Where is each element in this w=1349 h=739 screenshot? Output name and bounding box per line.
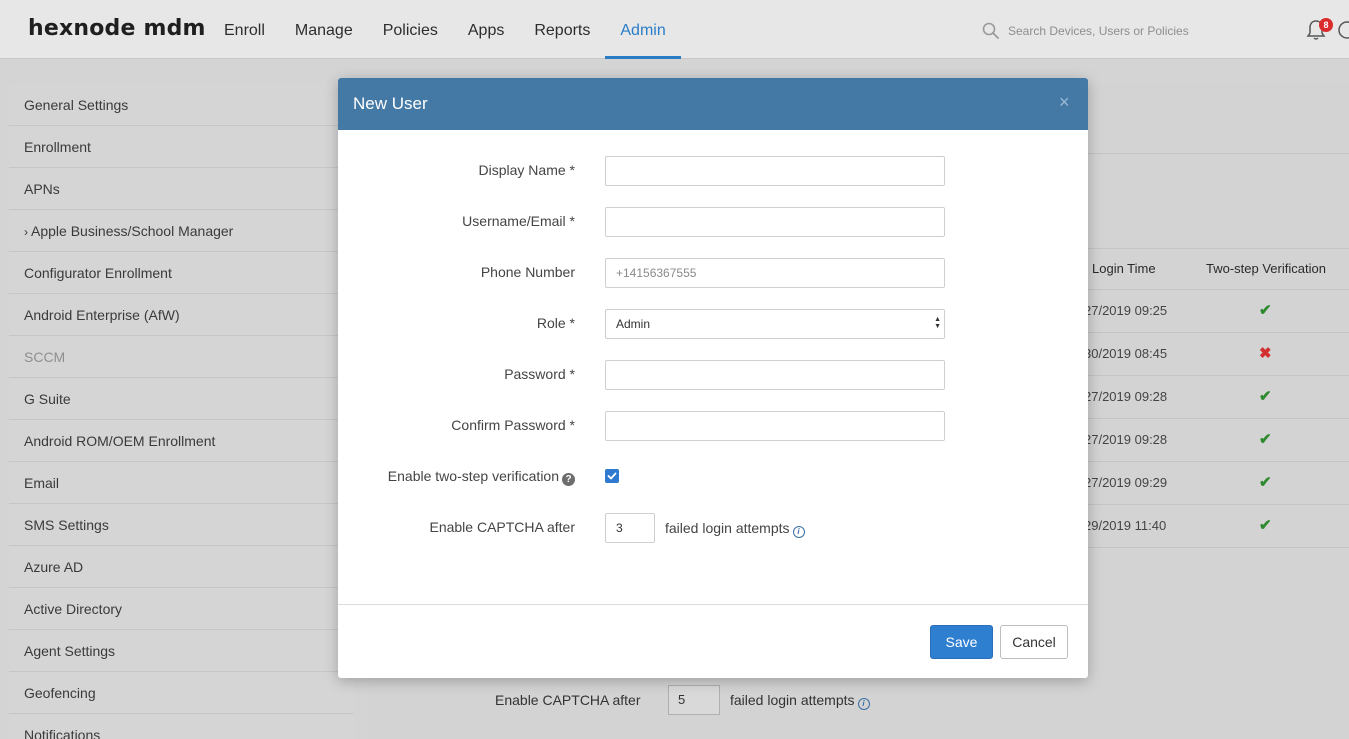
password-label: Password *	[504, 366, 575, 382]
sidebar-item-label: Android Enterprise (AfW)	[24, 307, 180, 323]
sidebar-item-label: Notifications	[24, 727, 101, 739]
nav-reports[interactable]: Reports	[519, 0, 605, 59]
phone-number-field[interactable]	[605, 258, 945, 288]
login-time-cell: 27/2019 09:25	[1084, 303, 1168, 318]
sidebar-item-configurator-enrollment[interactable]: Configurator Enrollment	[9, 252, 354, 294]
close-icon[interactable]: ×	[1059, 92, 1070, 113]
save-button[interactable]: Save	[930, 625, 993, 659]
role-selected-value: Admin	[616, 317, 651, 331]
sidebar-item-label: Apple Business/School Manager	[31, 223, 234, 239]
check-icon: ✔	[1259, 517, 1272, 534]
confirm-password-field[interactable]	[605, 411, 945, 441]
sidebar-item-label: Azure AD	[24, 559, 84, 575]
captcha-suffix-label: failed login attempts	[665, 520, 790, 536]
role-select[interactable]: Admin ▲ ▼	[605, 309, 945, 339]
chat-icon[interactable]	[1337, 20, 1349, 40]
top-navigation-bar: hexnode mdm Enroll Manage Policies Apps …	[0, 0, 1349, 59]
sidebar-item-label: G Suite	[24, 391, 71, 407]
sidebar-item-notifications[interactable]: Notifications	[9, 714, 354, 739]
username-email-field[interactable]	[605, 207, 945, 237]
two-step-label: Enable two-step verification?	[388, 468, 575, 486]
sidebar-item-android-enterprise[interactable]: Android Enterprise (AfW)	[9, 294, 354, 336]
sidebar-item-agent-settings[interactable]: Agent Settings	[9, 630, 354, 672]
main-nav: Enroll Manage Policies Apps Reports Admi…	[209, 0, 681, 59]
sidebar-item-label: Geofencing	[24, 685, 96, 701]
captcha-suffix-label: failed login attempts	[730, 692, 855, 708]
sidebar-item-label: APNs	[24, 181, 60, 197]
sidebar-item-label: Email	[24, 475, 60, 491]
dialog-title: New User	[353, 94, 428, 113]
login-time-cell: 27/2019 09:28	[1084, 389, 1168, 404]
phone-number-label: Phone Number	[480, 264, 575, 280]
info-icon[interactable]: i	[857, 698, 870, 710]
sidebar-item-azure-ad[interactable]: Azure AD	[9, 546, 354, 588]
login-time-cell: 27/2019 09:29	[1084, 475, 1168, 490]
chevron-right-icon: ›	[24, 225, 28, 239]
help-icon[interactable]: ?	[562, 473, 575, 486]
sidebar-item-label: Agent Settings	[24, 643, 116, 659]
select-arrows-icon: ▲ ▼	[934, 316, 941, 330]
column-login-time: Login Time	[1092, 261, 1156, 276]
role-label: Role *	[536, 315, 575, 331]
captcha-suffix: failed login attempts i	[730, 692, 870, 710]
sidebar-item-label: General Settings	[24, 97, 129, 113]
checkmark-icon	[607, 472, 617, 480]
sidebar-item-label: Configurator Enrollment	[24, 265, 172, 281]
check-icon: ✔	[1259, 388, 1272, 405]
sidebar-item-active-directory[interactable]: Active Directory	[9, 588, 354, 630]
sidebar-item-label: SCCM	[24, 349, 66, 365]
sidebar-item-label: SMS Settings	[24, 517, 109, 533]
global-search	[980, 20, 1220, 42]
nav-policies[interactable]: Policies	[368, 0, 453, 59]
sidebar-item-sccm: SCCM	[9, 336, 354, 378]
nav-apps[interactable]: Apps	[453, 0, 519, 59]
sidebar-item-enrollment[interactable]: Enrollment	[9, 126, 354, 168]
sidebar-item-g-suite[interactable]: G Suite	[9, 378, 354, 420]
captcha-label: Enable CAPTCHA after	[429, 519, 575, 535]
sidebar-item-label: Android ROM/OEM Enrollment	[24, 433, 216, 449]
info-icon[interactable]: i	[792, 526, 805, 538]
sidebar-item-label: Enrollment	[24, 139, 91, 155]
check-icon: ✔	[1259, 474, 1272, 491]
hexnode-logo[interactable]: hexnode mdm	[28, 16, 206, 41]
search-input[interactable]	[1008, 21, 1208, 41]
dialog-footer: Save Cancel	[338, 604, 1088, 678]
confirm-password-label: Confirm Password *	[451, 417, 575, 433]
two-step-checkbox[interactable]	[605, 469, 619, 483]
sidebar-item-apns[interactable]: APNs	[9, 168, 354, 210]
login-time-cell: 27/2019 09:28	[1084, 432, 1168, 447]
nav-enroll[interactable]: Enroll	[209, 0, 280, 59]
captcha-suffix: failed login attempts i	[665, 520, 805, 538]
username-label: Username/Email *	[462, 213, 575, 229]
two-step-label-text: Enable two-step verification	[387, 468, 559, 484]
check-icon: ✔	[1259, 431, 1272, 448]
display-name-field[interactable]	[605, 156, 945, 186]
sidebar-item-geofencing[interactable]: Geofencing	[9, 672, 354, 714]
sidebar-item-email[interactable]: Email	[9, 462, 354, 504]
sidebar-item-android-rom-oem[interactable]: Android ROM/OEM Enrollment	[9, 420, 354, 462]
admin-sidebar: General Settings Enrollment APNs › Apple …	[9, 84, 354, 739]
notification-badge: 8	[1319, 18, 1333, 32]
nav-manage[interactable]: Manage	[280, 0, 368, 59]
sidebar-item-label: Active Directory	[24, 601, 123, 617]
check-icon: ✔	[1259, 302, 1272, 319]
login-time-cell: 30/2019 08:45	[1084, 346, 1168, 361]
sidebar-item-sms-settings[interactable]: SMS Settings	[9, 504, 354, 546]
new-user-dialog: New User × Display Name * Username/Email…	[338, 78, 1088, 678]
captcha-label: Enable CAPTCHA after	[495, 692, 641, 708]
cross-icon: ✖	[1259, 345, 1272, 362]
captcha-attempts-input[interactable]	[605, 513, 655, 543]
sidebar-item-apple-business-manager[interactable]: › Apple Business/School Manager	[9, 210, 354, 252]
nav-admin[interactable]: Admin	[605, 0, 681, 59]
captcha-attempts-input[interactable]: 5	[668, 685, 720, 715]
display-name-label: Display Name *	[478, 162, 575, 178]
sidebar-item-general-settings[interactable]: General Settings	[9, 84, 354, 126]
login-time-cell: 29/2019 11:40	[1084, 518, 1167, 533]
column-two-step-verification: Two-step Verification	[1206, 261, 1326, 276]
cancel-button[interactable]: Cancel	[1000, 625, 1068, 659]
dialog-header: New User ×	[338, 78, 1088, 130]
search-icon	[982, 22, 999, 39]
password-field[interactable]	[605, 360, 945, 390]
